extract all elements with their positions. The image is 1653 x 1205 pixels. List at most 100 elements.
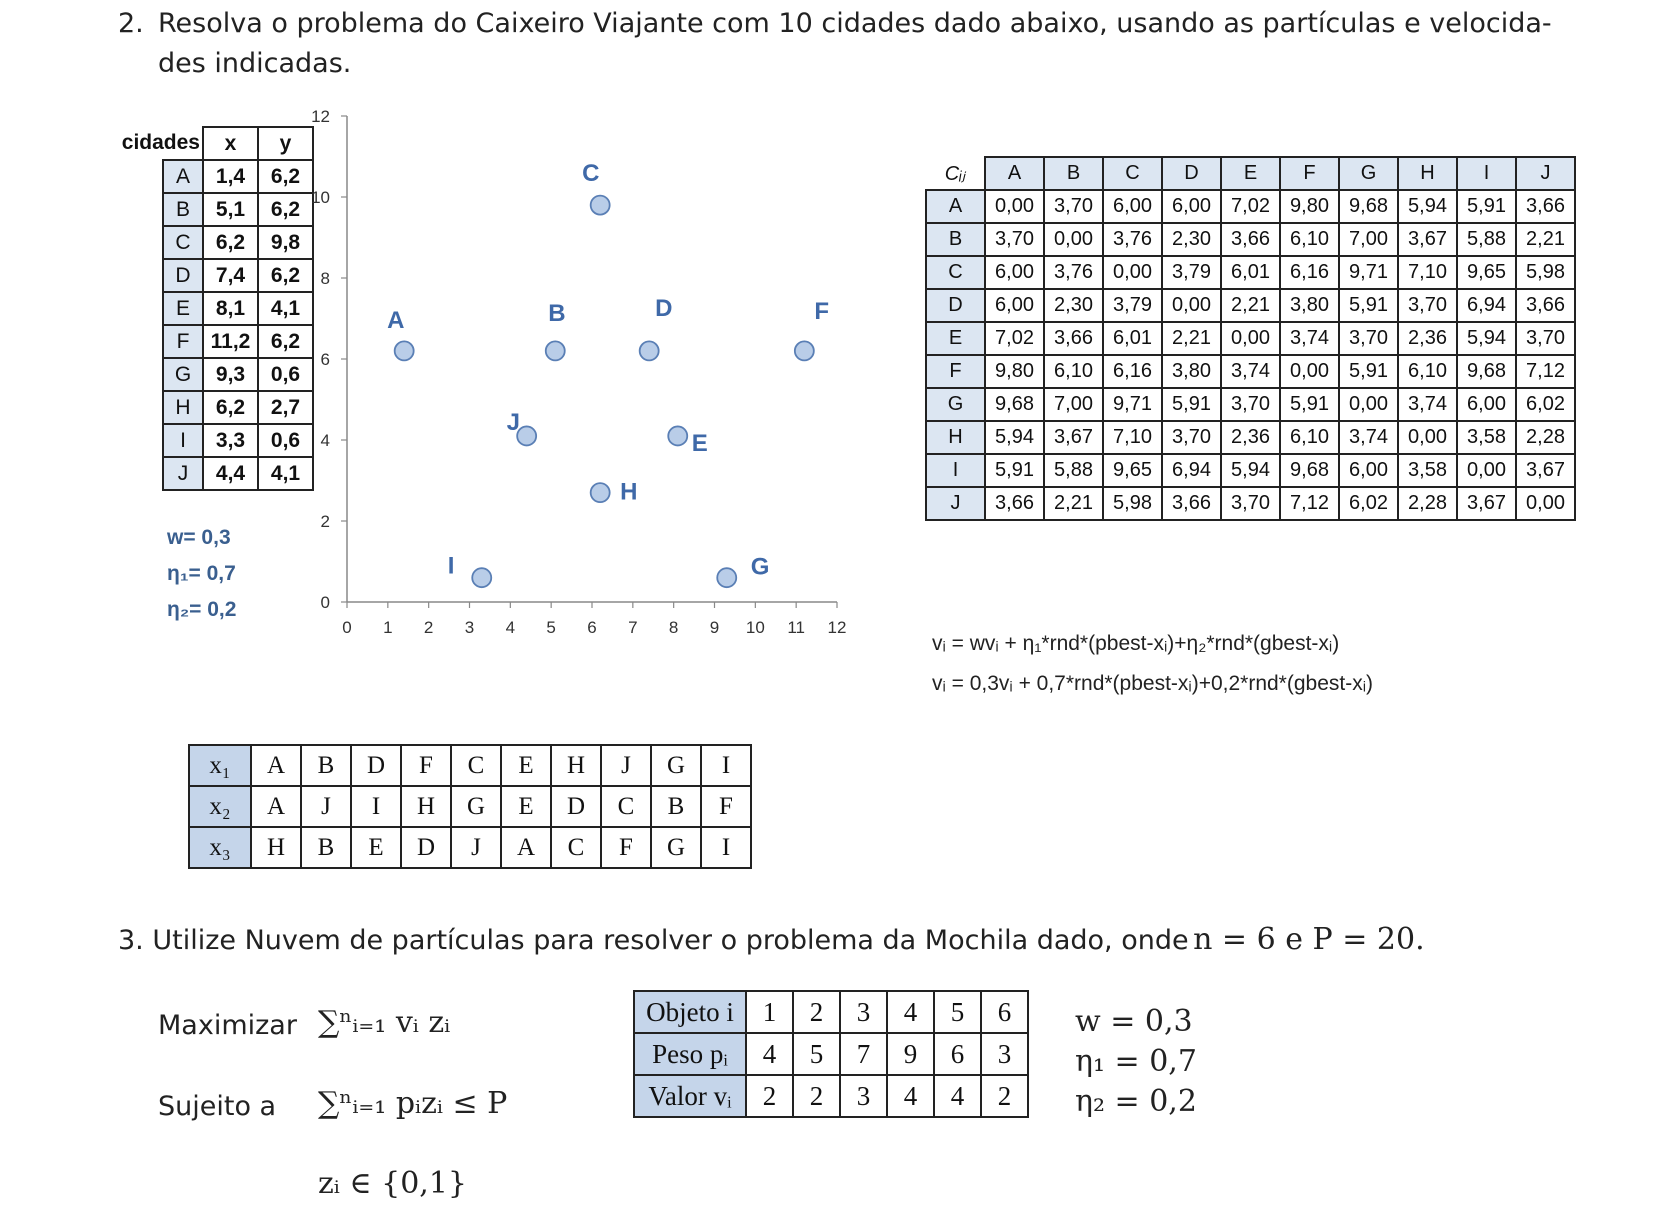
y-tick-label: 12 <box>311 107 330 126</box>
cities-table-row: G 9,3 0,6 <box>162 357 314 392</box>
distance-matrix-cell: 7,02 <box>1220 189 1281 224</box>
city-point-label: A <box>387 307 404 334</box>
cities-table-row: F 11,2 6,2 <box>162 324 314 359</box>
distance-matrix-cell: 5,88 <box>1456 222 1517 257</box>
city-label: B <box>162 192 204 227</box>
particles-table: x₁ A B D F C E H J G Ix₂ A J I H G E D C B Fx₃ H B E D J A C F G I <box>188 744 752 869</box>
city-y: 4,1 <box>257 456 314 491</box>
distance-matrix-header: Cᵢⱼ ABCDEFGHIJ <box>926 156 1576 191</box>
distance-matrix-cell: 5,91 <box>1456 189 1517 224</box>
particle-cell: F <box>400 744 452 787</box>
cities-table-row: H 6,2 2,7 <box>162 390 314 425</box>
x-tick-label: 11 <box>787 618 805 637</box>
distance-matrix-col-header: A <box>984 156 1045 191</box>
distance-matrix-cell: 3,66 <box>1515 288 1576 323</box>
knapsack-cell: 2 <box>792 1074 841 1118</box>
distance-matrix-cell: 6,94 <box>1161 453 1222 488</box>
city-x: 4,4 <box>202 456 259 491</box>
distance-matrix-cell: 3,74 <box>1279 321 1340 356</box>
cities-table: cidades x y A 1,4 6,2 B 5,1 6,2 C 6,2 9,8 D 7,4 6,2… <box>122 126 314 491</box>
params-left: w= 0,3 η₁= 0,7 η₂= 0,2 <box>167 520 236 628</box>
distance-matrix-cell: 6,02 <box>1515 387 1576 422</box>
param-right-w: w = 0,3 <box>1075 1004 1193 1039</box>
distance-matrix-cell: 6,10 <box>1279 222 1340 257</box>
distance-matrix-cell: 9,65 <box>1456 255 1517 290</box>
particle-cell: A <box>500 826 552 869</box>
particle-cell: G <box>650 744 702 787</box>
city-y: 6,2 <box>257 159 314 194</box>
distance-matrix-row: E 7,02 3,66 6,01 2,21 0,00 3,74 3,70 2,36 5,94 3,7… <box>925 321 1576 356</box>
distance-matrix-cell: 3,74 <box>1220 354 1281 389</box>
city-x: 6,2 <box>202 390 259 425</box>
city-point-G <box>716 567 738 589</box>
distance-matrix-cell: 2,28 <box>1515 420 1576 455</box>
particle-cell: F <box>700 785 752 828</box>
x-tick-label: 5 <box>546 618 555 637</box>
city-label: E <box>162 291 204 326</box>
distance-matrix-col-header: G <box>1338 156 1399 191</box>
city-point-label: G <box>751 554 770 581</box>
city-x: 3,3 <box>202 423 259 458</box>
distance-matrix-cell: 9,68 <box>1456 354 1517 389</box>
distance-matrix-cell: 6,00 <box>1456 387 1517 422</box>
city-x: 6,2 <box>202 225 259 260</box>
distance-matrix-cell: 9,68 <box>1279 453 1340 488</box>
cities-table-row: E 8,1 4,1 <box>162 291 314 326</box>
city-y: 6,2 <box>257 192 314 227</box>
knapsack-cell: 5 <box>792 1032 841 1076</box>
distance-matrix-cell: 6,16 <box>1279 255 1340 290</box>
cities-table-header: cidades x y <box>122 126 314 161</box>
city-y: 0,6 <box>257 357 314 392</box>
particle-cell: F <box>600 826 652 869</box>
domain-expression: zᵢ ∈ {0,1} <box>318 1166 468 1201</box>
distance-matrix-cell: 3,70 <box>1515 321 1576 356</box>
distance-matrix-cell: 3,66 <box>984 486 1045 521</box>
distance-matrix-col-header: F <box>1279 156 1340 191</box>
distance-matrix-cell: 6,94 <box>1456 288 1517 323</box>
param-right-eta2: η₂ = 0,2 <box>1075 1084 1197 1119</box>
distance-matrix-cell: 3,79 <box>1161 255 1222 290</box>
knapsack-cell: 3 <box>980 1032 1029 1076</box>
city-point-B <box>544 340 566 362</box>
y-tick-label: 0 <box>321 593 330 612</box>
distance-matrix-row-header: E <box>925 321 986 356</box>
particle-cell: A <box>250 785 302 828</box>
particle-cell: C <box>550 826 602 869</box>
particle-cell: C <box>600 785 652 828</box>
particle-cell: B <box>300 826 352 869</box>
cities-table-row: A 1,4 6,2 <box>162 159 314 194</box>
city-point-label: J <box>507 409 520 436</box>
distance-matrix-cell: 9,71 <box>1338 255 1399 290</box>
velocity-formula-general: vᵢ = wvᵢ + η₁*rnd*(pbest-xᵢ)+η₂*rnd*(gbe… <box>932 632 1340 655</box>
distance-matrix-cell: 2,30 <box>1043 288 1104 323</box>
distance-matrix-row-header: J <box>925 486 986 521</box>
city-point-C <box>589 194 611 216</box>
knapsack-row-label: Valor vᵢ <box>633 1074 747 1118</box>
x-tick-label: 7 <box>628 618 637 637</box>
x-tick-label: 3 <box>465 618 474 637</box>
x-tick-label: 0 <box>342 618 351 637</box>
distance-matrix-cell: 9,80 <box>1279 189 1340 224</box>
distance-matrix-cell: 3,70 <box>1220 486 1281 521</box>
city-y: 2,7 <box>257 390 314 425</box>
distance-matrix-cell: 9,80 <box>984 354 1045 389</box>
distance-matrix-cell: 5,94 <box>1456 321 1517 356</box>
city-label: J <box>162 456 204 491</box>
distance-matrix-cell: 0,00 <box>1043 222 1104 257</box>
particle-cell: E <box>500 744 552 787</box>
distance-matrix-cell: 3,80 <box>1161 354 1222 389</box>
question-3-math: n = 6 e P = 20. <box>1193 922 1425 957</box>
distance-matrix-cell: 3,67 <box>1397 222 1458 257</box>
distance-matrix-cell: 5,98 <box>1102 486 1163 521</box>
distance-matrix-cell: 0,00 <box>1102 255 1163 290</box>
cities-header-label: cidades <box>122 127 203 160</box>
distance-matrix-cell: 2,21 <box>1220 288 1281 323</box>
distance-matrix-cell: 5,88 <box>1043 453 1104 488</box>
city-label: D <box>162 258 204 293</box>
distance-matrix-row: J 3,66 2,21 5,98 3,66 3,70 7,12 6,02 2,28 3,67 0,0… <box>925 486 1576 521</box>
knapsack-cell: 5 <box>933 990 982 1034</box>
knapsack-cell: 1 <box>745 990 794 1034</box>
distance-matrix-cell: 6,00 <box>1102 189 1163 224</box>
distance-matrix-cell: 2,30 <box>1161 222 1222 257</box>
distance-matrix-col-header: D <box>1161 156 1222 191</box>
